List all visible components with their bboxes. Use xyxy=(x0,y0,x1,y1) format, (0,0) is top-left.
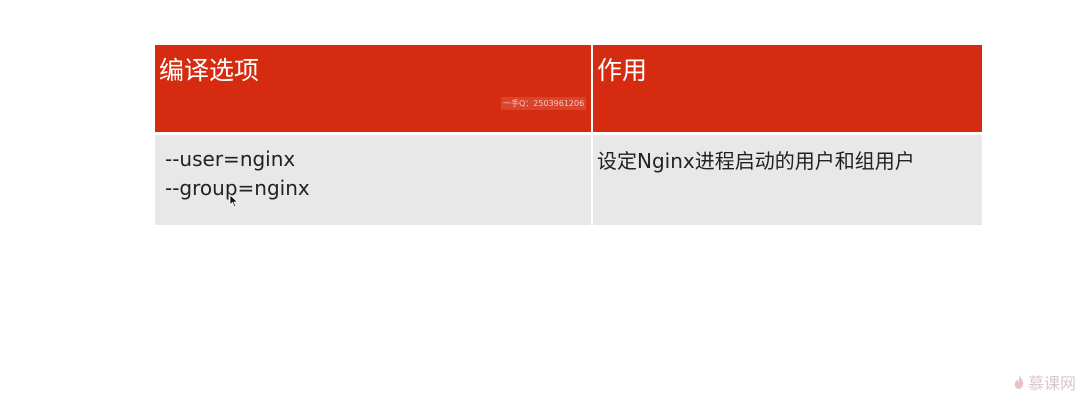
mouse-cursor-icon xyxy=(229,194,239,208)
flame-icon xyxy=(1014,375,1024,389)
header-compile-option: 编译选项 一手Q：2503961206 xyxy=(155,45,592,133)
compile-options-table: 编译选项 一手Q：2503961206 作用 --user=nginx --gr… xyxy=(155,45,982,225)
header-purpose-label: 作用 xyxy=(597,56,648,85)
qq-watermark: 一手Q：2503961206 xyxy=(501,97,587,110)
brand-logo: 慕课网 xyxy=(1013,370,1076,394)
header-row: 编译选项 一手Q：2503961206 作用 xyxy=(155,45,982,133)
options-cell: --user=nginx --group=nginx xyxy=(155,131,592,225)
header-purpose: 作用 xyxy=(591,45,982,133)
brand-name: 慕课网 xyxy=(1027,374,1076,393)
option-user: --user=nginx xyxy=(165,146,296,171)
description-cell: 设定Nginx进程启动的用户和组用户 xyxy=(591,131,982,225)
table-row: --user=nginx --group=nginx 设定Nginx进程启动的用… xyxy=(155,131,982,225)
option-group: --group=nginx xyxy=(165,175,310,200)
description-text: 设定Nginx进程启动的用户和组用户 xyxy=(597,148,915,173)
header-compile-option-label: 编译选项 xyxy=(159,56,260,85)
